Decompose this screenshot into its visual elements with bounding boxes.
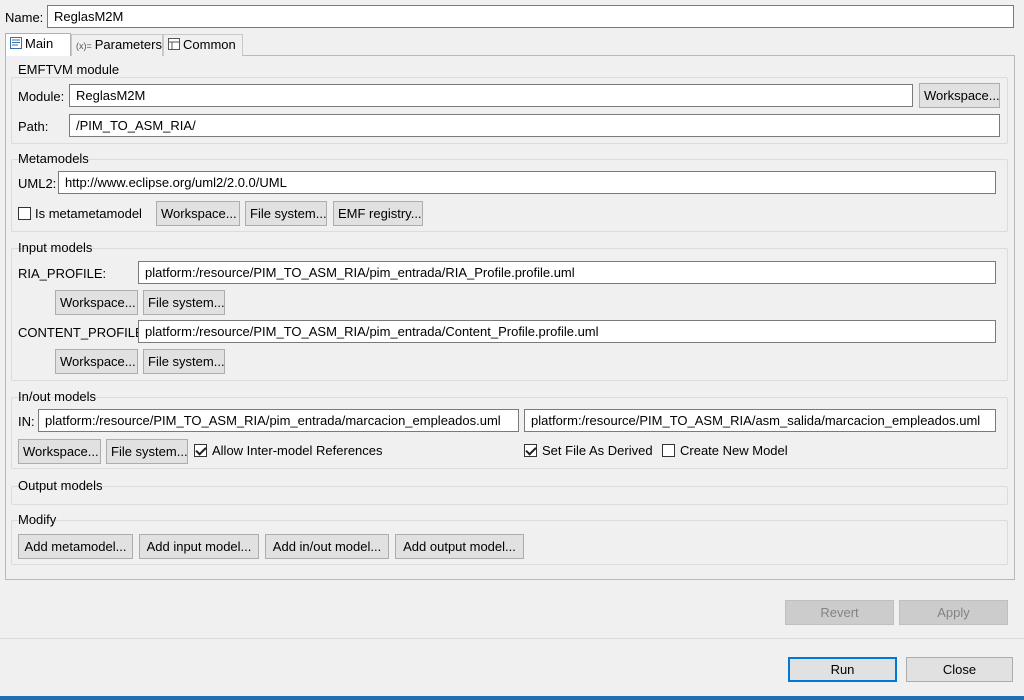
ria-profile-label: RIA_PROFILE: [18,266,107,281]
name-label: Name: [5,10,44,25]
ria-profile-filesystem-button[interactable]: File system... [143,290,225,315]
is-metametamodel-checkbox[interactable] [18,207,31,220]
ria-profile-input[interactable]: platform:/resource/PIM_TO_ASM_RIA/pim_en… [138,261,996,284]
set-file-derived-label: Set File As Derived [542,443,653,458]
tab-parameters[interactable]: (x)= Parameters [71,34,163,56]
ria-profile-workspace-button[interactable]: Workspace... [55,290,138,315]
module-label: Module: [18,89,65,104]
add-input-model-button[interactable]: Add input model... [139,534,259,559]
metamodel-workspace-button[interactable]: Workspace... [156,201,240,226]
main-tab-icon [10,35,22,55]
add-metamodel-button[interactable]: Add metamodel... [18,534,133,559]
set-file-derived-checkbox[interactable] [524,444,537,457]
content-profile-workspace-button[interactable]: Workspace... [55,349,138,374]
output-models-group-title: Output models [18,478,103,493]
module-input[interactable]: ReglasM2M [69,84,913,107]
is-metametamodel-label: Is metametamodel [35,206,142,221]
create-new-model-label: Create New Model [680,443,788,458]
tab-common[interactable]: Common [163,34,243,56]
name-input[interactable]: ReglasM2M [47,5,1014,28]
create-new-model-checkbox[interactable] [662,444,675,457]
in-model-input[interactable]: platform:/resource/PIM_TO_ASM_RIA/pim_en… [38,409,519,432]
tab-common-label: Common [183,37,236,52]
path-label: Path: [18,119,49,134]
add-inout-model-button[interactable]: Add in/out model... [265,534,389,559]
close-button[interactable]: Close [906,657,1013,682]
tab-parameters-label: Parameters [94,37,162,52]
run-button[interactable]: Run [788,657,897,682]
inout-models-group-title: In/out models [18,389,97,404]
inout-workspace-button[interactable]: Workspace... [18,439,101,464]
modify-group-title: Modify [18,512,57,527]
add-output-model-button[interactable]: Add output model... [395,534,524,559]
inout-filesystem-button[interactable]: File system... [106,439,188,464]
uml2-label: UML2: [18,176,57,191]
apply-button[interactable]: Apply [899,600,1008,625]
common-tab-icon [168,36,180,56]
input-models-group-title: Input models [18,240,93,255]
tab-main-label: Main [25,36,54,51]
module-workspace-button[interactable]: Workspace... [919,83,1000,108]
bottom-edge [0,696,1024,700]
metamodels-group-title: Metamodels [18,151,89,166]
emf-registry-button[interactable]: EMF registry... [333,201,423,226]
emftvm-group-title: EMFTVM module [18,62,120,77]
allow-inter-model-label: Allow Inter-model References [212,443,383,458]
output-models-group [11,486,1008,505]
revert-button[interactable]: Revert [785,600,894,625]
content-profile-filesystem-button[interactable]: File system... [143,349,225,374]
path-input[interactable]: /PIM_TO_ASM_RIA/ [69,114,1000,137]
in-label: IN: [18,414,35,429]
tab-main[interactable]: Main [5,33,71,56]
footer-divider [0,638,1024,639]
content-profile-input[interactable]: platform:/resource/PIM_TO_ASM_RIA/pim_en… [138,320,996,343]
parameters-tab-icon: (x)= [76,40,92,51]
out-model-input[interactable]: platform:/resource/PIM_TO_ASM_RIA/asm_sa… [524,409,996,432]
content-profile-label: CONTENT_PROFILE: [18,325,148,340]
metamodel-filesystem-button[interactable]: File system... [245,201,327,226]
uml2-input[interactable]: http://www.eclipse.org/uml2/2.0.0/UML [58,171,996,194]
allow-inter-model-checkbox[interactable] [194,444,207,457]
